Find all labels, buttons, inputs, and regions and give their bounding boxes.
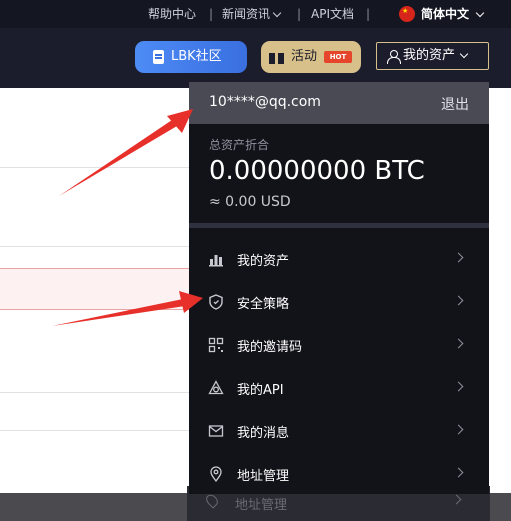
chevron-down-icon	[459, 49, 469, 59]
lbk-community-label: LBK社区	[171, 49, 222, 64]
menu-item-label: 我的API	[237, 383, 284, 398]
location-pin-icon	[210, 466, 222, 482]
language-label: 简体中文	[421, 7, 470, 21]
chevron-right-icon	[453, 381, 464, 392]
activity-button[interactable]: 活动 HOT	[261, 41, 361, 73]
help-center-link[interactable]: 帮助中心	[148, 6, 196, 22]
api-docs-link[interactable]: API文档	[311, 6, 354, 22]
total-assets-label: 总资产折合	[209, 138, 270, 152]
news-label: 新闻资讯	[222, 7, 271, 21]
separator: |	[297, 7, 302, 21]
mail-icon	[208, 425, 224, 437]
chevron-right-icon	[453, 338, 464, 349]
chevron-down-icon	[272, 8, 282, 18]
chevron-right-icon	[453, 252, 464, 263]
account-email: 10****@qq.com	[209, 94, 321, 110]
highlighted-row	[0, 268, 195, 310]
separator: |	[366, 7, 371, 21]
logout-link[interactable]: 退出	[441, 94, 469, 114]
hot-badge: HOT	[324, 51, 352, 63]
menu-item-security[interactable]: 安全策略	[189, 280, 489, 323]
chevron-right-icon	[451, 494, 462, 505]
menu-item-label: 我的邀请码	[237, 340, 303, 355]
account-header: 10****@qq.com 退出	[189, 82, 489, 124]
menu-item-invite-code[interactable]: 我的邀请码	[189, 323, 489, 366]
menu-item-label: 我的消息	[237, 426, 290, 441]
assets-bars-icon	[209, 255, 223, 267]
chevron-down-icon	[475, 8, 485, 18]
menu-item-label: 我的资产	[237, 254, 290, 269]
ghost-item-label: 地址管理	[235, 498, 288, 513]
menu-item-label: 地址管理	[237, 469, 290, 484]
chevron-right-icon	[453, 295, 464, 306]
menu-item-my-api[interactable]: 我的API	[189, 366, 489, 409]
china-flag-icon: ★	[399, 6, 415, 22]
btc-balance: 0.00000000 BTC	[209, 156, 425, 186]
usd-balance: ≈ 0.00 USD	[209, 194, 291, 210]
account-dropdown: 10****@qq.com 退出 总资产折合 0.00000000 BTC ≈ …	[189, 82, 489, 494]
shield-icon	[209, 294, 223, 310]
top-utility-bar: 帮助中心 | 新闻资讯 | API文档 | ★ 简体中文	[0, 0, 511, 28]
language-selector[interactable]: 简体中文	[421, 6, 485, 22]
menu-item-address-management[interactable]: 地址管理	[189, 452, 489, 495]
api-network-icon	[208, 380, 224, 395]
menu-item-label: 安全策略	[237, 297, 290, 312]
my-assets-menu-button[interactable]: 我的资产	[376, 42, 489, 70]
my-assets-label: 我的资产	[403, 48, 456, 63]
document-icon	[153, 50, 164, 64]
qr-code-icon	[208, 337, 224, 353]
menu-item-my-assets[interactable]: 我的资产	[189, 237, 489, 280]
divider	[189, 223, 489, 228]
gift-icon	[269, 49, 284, 64]
main-nav-bar: LBK社区 活动 HOT 我的资产	[0, 28, 511, 88]
separator: |	[209, 7, 214, 21]
lbk-community-button[interactable]: LBK社区	[135, 41, 247, 73]
menu-item-messages[interactable]: 我的消息	[189, 409, 489, 452]
user-icon	[387, 50, 401, 64]
chevron-right-icon	[453, 424, 464, 435]
activity-label: 活动	[291, 49, 318, 64]
news-menu[interactable]: 新闻资讯	[222, 6, 282, 22]
annotation-arrow-email	[59, 109, 193, 196]
chevron-right-icon	[453, 467, 464, 478]
